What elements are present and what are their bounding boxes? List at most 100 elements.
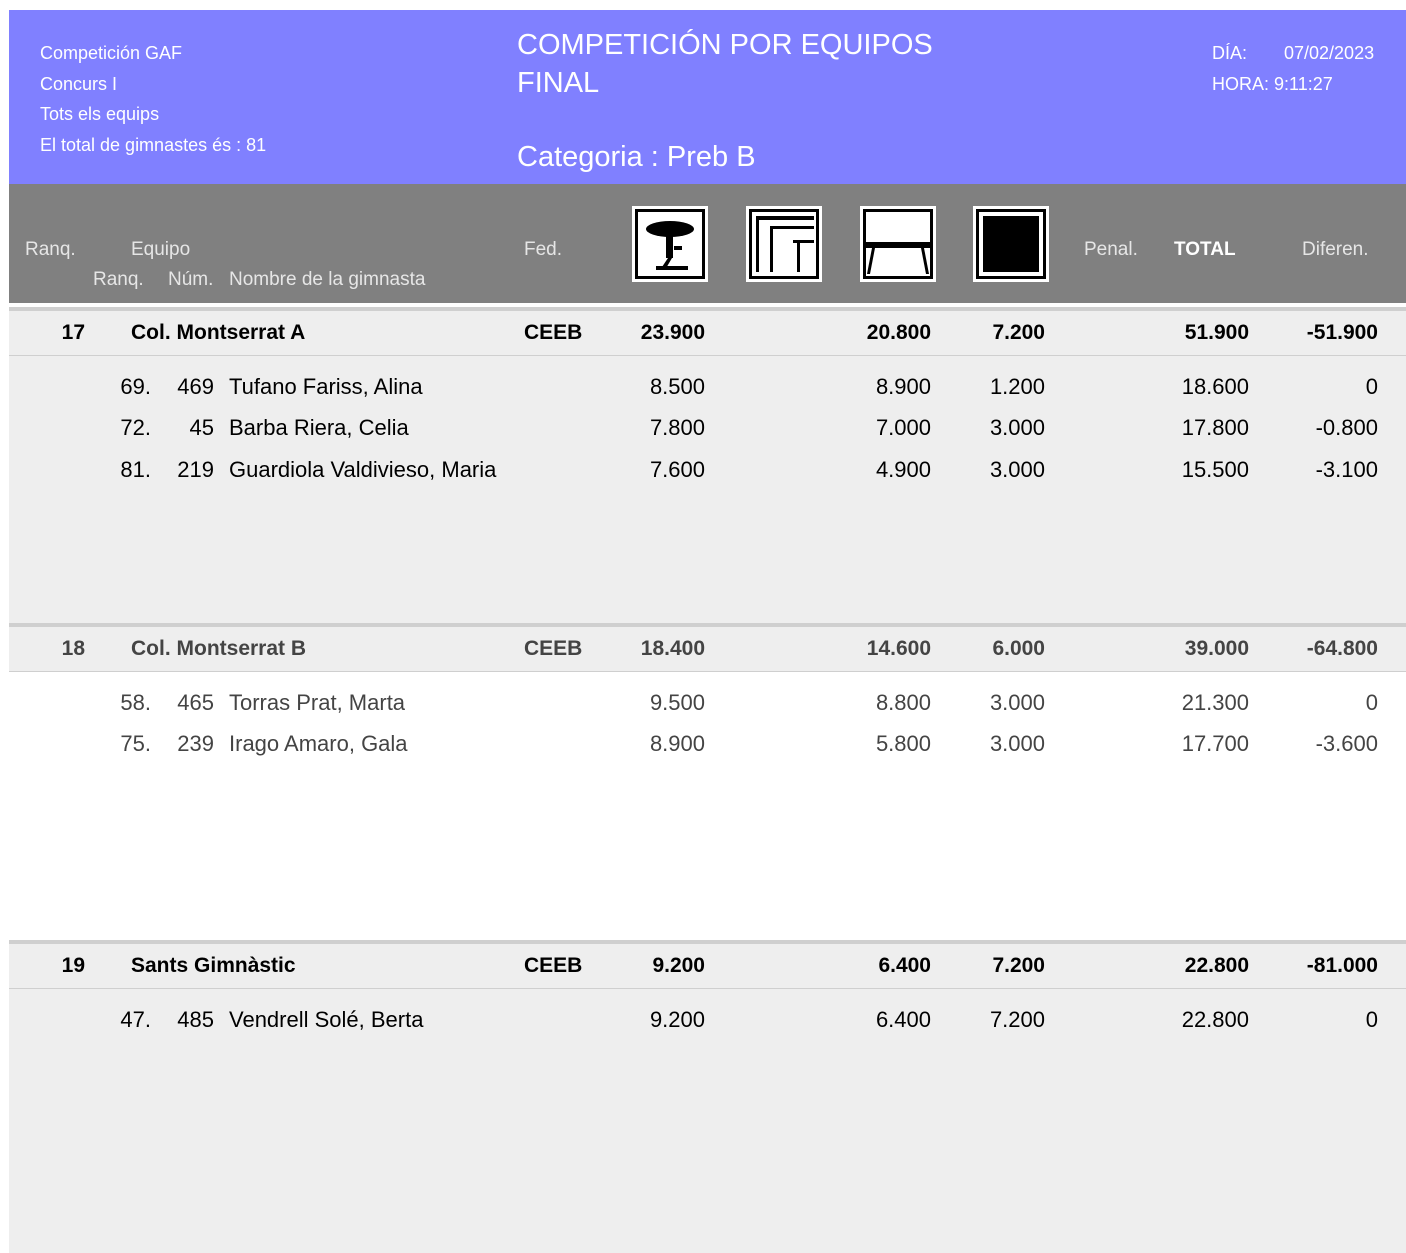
gymnast-beam: 6.400	[875, 1007, 931, 1032]
competition-name: Competición GAF	[40, 43, 183, 63]
team-floor: 6.000	[992, 637, 1045, 660]
category-label: Categoria : Preb B	[517, 141, 756, 173]
gymnast-diff: 0	[1365, 690, 1378, 715]
column-header: Ranq. Equipo Ranq. Núm. Nombre de la gim…	[9, 184, 1406, 303]
gymnast-vault: 7.800	[649, 415, 705, 440]
gymnast-row[interactable]: 58. 465 Torras Prat, Marta 9.500 8.800 3…	[9, 682, 1406, 723]
gymnast-floor: 3.000	[989, 457, 1045, 482]
gymnast-beam: 8.900	[875, 374, 931, 399]
gymnast-num: 469	[177, 374, 214, 399]
team-block: 18 Col. Montserrat B CEEB 18.400 14.600 …	[9, 623, 1406, 940]
team-name: Col. Montserrat B	[131, 637, 307, 660]
gymnast-floor: 7.200	[989, 1007, 1045, 1032]
gymnast-total: 17.700	[1181, 731, 1249, 756]
gymnast-beam: 8.800	[875, 690, 931, 715]
contest-name: Concurs I	[40, 73, 118, 94]
team-fed: CEEB	[524, 321, 583, 344]
competition-info: Competición GAF Concurs I Tots els equip…	[40, 38, 266, 160]
gymnast-name: Irago Amaro, Gala	[229, 731, 408, 756]
col-penal: Penal.	[1084, 239, 1138, 260]
team-total: 39.000	[1184, 637, 1249, 660]
gymnast-vault: 8.900	[649, 731, 705, 756]
report-title: COMPETICIÓN POR EQUIPOS FINAL	[517, 26, 933, 102]
team-rank: 18	[61, 637, 85, 660]
date-label: DÍA:	[1212, 43, 1248, 63]
teams-scope: Tots els equips	[40, 104, 160, 124]
gymnast-total: El total de gimnastes és : 81	[40, 134, 267, 155]
gymnast-name: Torras Prat, Marta	[229, 690, 406, 715]
gymnast-floor: 3.000	[989, 731, 1045, 756]
team-row[interactable]: 17 Col. Montserrat A CEEB 23.900 20.800 …	[9, 311, 1406, 356]
gymnast-rank: 58.	[120, 690, 151, 715]
team-floor: 7.200	[992, 321, 1045, 344]
vault-icon	[632, 206, 708, 282]
team-fed: CEEB	[524, 637, 583, 660]
date-time: DÍA: 07/02/2023 HORA: 9:11:27	[1212, 38, 1374, 99]
gymnast-num: 45	[189, 415, 214, 440]
gymnast-vault: 8.500	[649, 374, 705, 399]
gymnast-vault: 9.200	[649, 1007, 705, 1032]
gymnast-total: 21.300	[1181, 690, 1249, 715]
gymnast-diff: -3.100	[1315, 457, 1378, 482]
gymnast-floor: 1.200	[989, 374, 1045, 399]
beam-icon	[860, 206, 936, 282]
gymnast-total: 17.800	[1181, 415, 1249, 440]
team-floor: 7.200	[992, 954, 1045, 977]
gymnast-rank: 81.	[120, 457, 151, 482]
team-vault: 23.900	[640, 321, 705, 344]
gymnast-rank: 69.	[120, 374, 151, 399]
date-value: 07/02/2023	[1284, 43, 1375, 63]
gymnast-name: Tufano Fariss, Alina	[229, 374, 423, 399]
gymnast-total: 22.800	[1181, 1007, 1249, 1032]
gymnast-num: 465	[177, 690, 214, 715]
col-fed: Fed.	[524, 239, 563, 260]
time-label: HORA:	[1212, 73, 1270, 94]
gymnast-vault: 7.600	[649, 457, 705, 482]
team-row[interactable]: 18 Col. Montserrat B CEEB 18.400 14.600 …	[9, 627, 1406, 672]
gymnast-num: 219	[177, 457, 214, 482]
report-title-line-2: FINAL	[517, 67, 600, 99]
gymnast-rank: 75.	[120, 731, 151, 756]
results-page: Competición GAF Concurs I Tots els equip…	[9, 10, 1406, 1253]
team-beam: 14.600	[866, 637, 931, 660]
floor-icon	[973, 206, 1049, 282]
col-sub-rank: Ranq.	[93, 269, 144, 290]
gymnast-row[interactable]: 69. 469 Tufano Fariss, Alina 8.500 8.900…	[9, 366, 1406, 407]
team-name: Col. Montserrat A	[131, 321, 306, 344]
team-diff: -81.000	[1306, 954, 1378, 977]
gymnast-row[interactable]: 72. 45 Barba Riera, Celia 7.800 7.000 3.…	[9, 407, 1406, 448]
team-diff: -51.900	[1306, 321, 1378, 344]
col-team: Equipo	[131, 239, 191, 260]
col-total: TOTAL	[1174, 239, 1236, 260]
team-name: Sants Gimnàstic	[131, 954, 296, 977]
gymnast-total: 18.600	[1181, 374, 1249, 399]
team-total: 22.800	[1184, 954, 1249, 977]
gymnast-list: 58. 465 Torras Prat, Marta 9.500 8.800 3…	[9, 672, 1406, 940]
gymnast-beam: 7.000	[875, 415, 931, 440]
team-diff: -64.800	[1306, 637, 1378, 660]
gymnast-diff: -0.800	[1315, 415, 1378, 440]
col-num: Núm.	[168, 269, 214, 290]
team-row[interactable]: 19 Sants Gimnàstic CEEB 9.200 6.400 7.20…	[9, 944, 1406, 989]
gymnast-row[interactable]: 81. 219 Guardiola Valdivieso, Maria 7.60…	[9, 449, 1406, 490]
col-diff: Diferen.	[1302, 239, 1369, 260]
team-block: 19 Sants Gimnàstic CEEB 9.200 6.400 7.20…	[9, 940, 1406, 1253]
gymnast-diff: 0	[1365, 1007, 1378, 1032]
gymnast-name: Guardiola Valdivieso, Maria	[229, 457, 497, 482]
gymnast-rank: 47.	[120, 1007, 151, 1032]
gymnast-diff: 0	[1365, 374, 1378, 399]
gymnast-num: 485	[177, 1007, 214, 1032]
gymnast-list: 47. 485 Vendrell Solé, Berta 9.200 6.400…	[9, 989, 1406, 1253]
col-rank: Ranq.	[25, 239, 76, 260]
team-vault: 18.400	[640, 637, 705, 660]
gymnast-name: Vendrell Solé, Berta	[229, 1007, 424, 1032]
gymnast-diff: -3.600	[1315, 731, 1378, 756]
team-total: 51.900	[1184, 321, 1249, 344]
gymnast-beam: 5.800	[875, 731, 931, 756]
team-rank: 19	[61, 954, 85, 977]
gymnast-row[interactable]: 47. 485 Vendrell Solé, Berta 9.200 6.400…	[9, 999, 1406, 1040]
gymnast-floor: 3.000	[989, 415, 1045, 440]
team-beam: 20.800	[866, 321, 931, 344]
gymnast-name: Barba Riera, Celia	[229, 415, 409, 440]
gymnast-row[interactable]: 75. 239 Irago Amaro, Gala 8.900 5.800 3.…	[9, 723, 1406, 764]
